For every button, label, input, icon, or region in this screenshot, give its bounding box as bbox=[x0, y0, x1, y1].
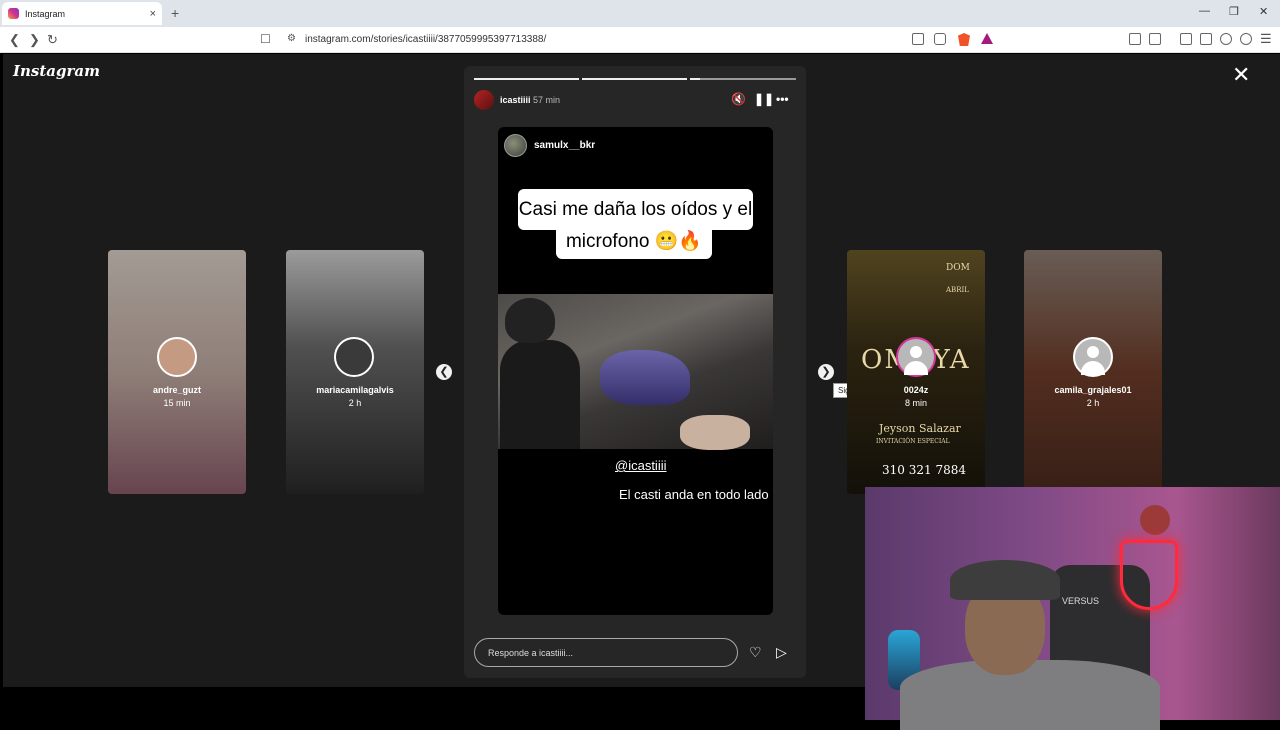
back-icon[interactable]: ❮ bbox=[9, 32, 20, 48]
tab-title: Instagram bbox=[25, 8, 66, 19]
story-username: camila_grajales01 bbox=[1054, 385, 1132, 395]
minimize-icon[interactable]: — bbox=[1199, 5, 1210, 17]
helmet-figure bbox=[505, 298, 555, 343]
rider-figure bbox=[500, 340, 580, 449]
media-icon[interactable] bbox=[1149, 33, 1161, 45]
instagram-favicon-icon bbox=[8, 8, 19, 19]
tab-instagram[interactable]: Instagram × bbox=[2, 2, 162, 25]
story-username[interactable]: icastiiii bbox=[500, 95, 531, 105]
menu-icon[interactable]: ☰ bbox=[1260, 31, 1272, 47]
new-tab-button[interactable]: + bbox=[171, 5, 179, 21]
story-caption-line1: Casi me daña los oídos y el bbox=[518, 199, 753, 220]
reshared-username: samulx__bkr bbox=[534, 140, 596, 151]
story-time: 15 min bbox=[163, 398, 191, 408]
avatar bbox=[896, 337, 936, 377]
hand-figure bbox=[680, 415, 750, 450]
brave-rewards-icon[interactable] bbox=[981, 33, 993, 44]
reply-input[interactable]: Responde a icastiiii... bbox=[474, 638, 738, 667]
streamer-cap bbox=[950, 560, 1060, 600]
tab-close-icon[interactable]: × bbox=[150, 8, 156, 20]
progress-fill bbox=[690, 78, 700, 80]
address-bar: ❮ ❯ ↻ ☐ ⚙ instagram.com/stories/icastiii… bbox=[0, 27, 1280, 53]
avatar bbox=[157, 337, 197, 377]
story-username: mariacamilagalvis bbox=[316, 385, 394, 395]
avatar bbox=[334, 337, 374, 377]
cast-icon[interactable] bbox=[912, 33, 924, 45]
chair-brand-label: VERSUS bbox=[1062, 596, 1100, 606]
avatar bbox=[1073, 337, 1113, 377]
progress-segment bbox=[582, 78, 687, 80]
mute-icon[interactable]: 🔇 bbox=[731, 92, 746, 106]
progress-segment bbox=[474, 78, 579, 80]
url-field[interactable]: instagram.com/stories/icastiiii/38770599… bbox=[305, 34, 546, 45]
more-options-icon[interactable]: ••• bbox=[776, 92, 789, 106]
site-settings-icon[interactable]: ⚙ bbox=[287, 33, 296, 44]
poster-dom: DOM bbox=[946, 263, 970, 273]
vpn-icon[interactable] bbox=[1240, 33, 1252, 45]
story-time: 57 min bbox=[533, 95, 561, 105]
story-caption-line2: microfono 😬🔥 bbox=[565, 231, 702, 252]
instagram-logo[interactable]: Instagram bbox=[13, 62, 100, 80]
decor-figure bbox=[1140, 505, 1170, 535]
avatar[interactable] bbox=[474, 90, 494, 110]
next-story-button[interactable]: ❯ bbox=[818, 364, 834, 380]
close-icon[interactable]: ✕ bbox=[1232, 64, 1250, 86]
window-close-icon[interactable]: ✕ bbox=[1259, 5, 1268, 18]
previous-story-button[interactable]: ❮ bbox=[436, 364, 452, 380]
bookmark-icon[interactable]: ☐ bbox=[260, 32, 271, 46]
story-time: 2 h bbox=[1086, 398, 1100, 408]
reload-icon[interactable]: ↻ bbox=[47, 32, 58, 48]
poster-abril: ABRIL bbox=[946, 286, 969, 294]
poster-subtitle: INVITACIÓN ESPECIAL bbox=[876, 438, 950, 445]
neon-sign bbox=[1120, 540, 1178, 610]
pause-icon[interactable]: ❚❚ bbox=[754, 92, 774, 106]
brave-shield-icon[interactable] bbox=[958, 33, 970, 46]
story-time: 2 h bbox=[348, 398, 362, 408]
story-text: El casti anda en todo lado bbox=[619, 487, 769, 502]
tab-bar: Instagram × + — ❐ ✕ bbox=[0, 0, 1280, 27]
progress-segment bbox=[690, 78, 796, 80]
extensions-icon[interactable] bbox=[1129, 33, 1141, 45]
restore-icon[interactable]: ❐ bbox=[1229, 5, 1239, 18]
forward-icon[interactable]: ❯ bbox=[29, 32, 40, 48]
leo-ai-icon[interactable] bbox=[1220, 33, 1232, 45]
avatar bbox=[504, 134, 527, 157]
poster-phone: 310 321 7884 bbox=[882, 463, 966, 477]
wallet-icon[interactable] bbox=[1200, 33, 1212, 45]
send-icon[interactable]: ▷ bbox=[776, 644, 787, 661]
heart-icon[interactable]: ♡ bbox=[749, 644, 762, 661]
story-username: andre_guzt bbox=[152, 385, 201, 395]
mention-sticker[interactable]: @icastiiii bbox=[615, 458, 666, 473]
share-icon[interactable] bbox=[934, 33, 946, 45]
story-username: 0024z bbox=[903, 385, 929, 395]
motorcycle-figure bbox=[600, 350, 690, 405]
sidebar-icon[interactable] bbox=[1180, 33, 1192, 45]
story-time: 8 min bbox=[904, 398, 927, 408]
poster-name: Jeyson Salazar bbox=[879, 422, 961, 435]
